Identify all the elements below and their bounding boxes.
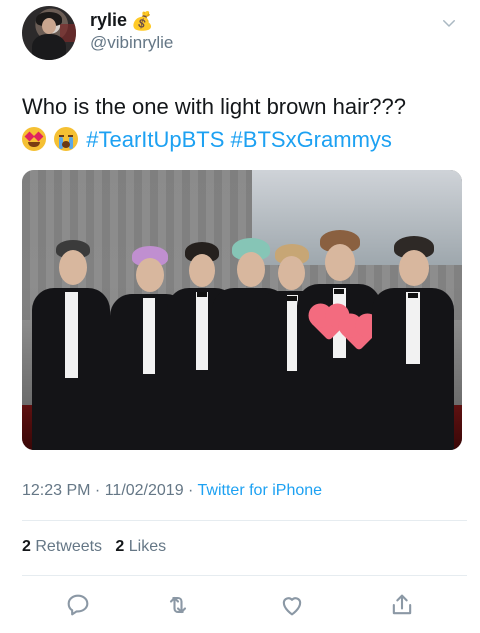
- divider-top: [22, 520, 467, 521]
- money-bag-icon: 💰: [131, 10, 154, 31]
- reply-icon: [67, 594, 89, 616]
- tweet-text: Who is the one with light brown hair??? …: [22, 90, 462, 156]
- tweet-stats: 2 Retweets 2 Likes: [22, 538, 166, 556]
- like-icon: [282, 597, 302, 616]
- share-button[interactable]: [388, 591, 416, 619]
- hashtag-tearitupbts[interactable]: #TearItUpBTS: [86, 127, 224, 152]
- avatar[interactable]: [22, 6, 76, 60]
- tweet-photo[interactable]: [22, 170, 462, 450]
- tweet-line-1: Who is the one with light brown hair???: [22, 94, 406, 119]
- tweet-header: rylie 💰 @vibinrylie: [0, 0, 480, 70]
- like-button[interactable]: [278, 591, 306, 619]
- hashtag-btsxgrammys[interactable]: #BTSxGrammys: [231, 127, 392, 152]
- retweet-button[interactable]: [164, 591, 192, 619]
- tweet-meta: 12:23 PM · 11/02/2019 · Twitter for iPho…: [22, 482, 322, 500]
- user-handle[interactable]: @vibinrylie: [90, 33, 173, 53]
- retweet-icon: [169, 596, 187, 614]
- likes-count[interactable]: 2: [115, 538, 124, 555]
- tweet-actions: [0, 585, 480, 625]
- share-icon: [392, 594, 412, 615]
- likes-label[interactable]: Likes: [129, 538, 166, 555]
- tweet-source-link[interactable]: Twitter for iPhone: [198, 482, 323, 499]
- crying-emoji-icon: [54, 127, 79, 151]
- retweets-label[interactable]: Retweets: [35, 538, 102, 555]
- person-1: [32, 240, 110, 450]
- reply-button[interactable]: [64, 591, 92, 619]
- tweet-time-date: 12:23 PM · 11/02/2019 ·: [22, 482, 198, 499]
- person-7: [372, 236, 454, 450]
- tweet-line-2: #TearItUpBTS #BTSxGrammys: [22, 123, 462, 156]
- divider-bottom: [22, 575, 467, 576]
- display-name: rylie: [90, 10, 128, 30]
- retweets-count[interactable]: 2: [22, 538, 31, 555]
- display-name-row[interactable]: rylie 💰: [90, 10, 153, 31]
- person-6: [297, 230, 381, 450]
- chevron-down-icon[interactable]: [440, 14, 458, 32]
- avatar-face: [42, 18, 56, 34]
- avatar-body: [32, 34, 66, 60]
- heart-eyes-emoji-icon: [22, 127, 46, 151]
